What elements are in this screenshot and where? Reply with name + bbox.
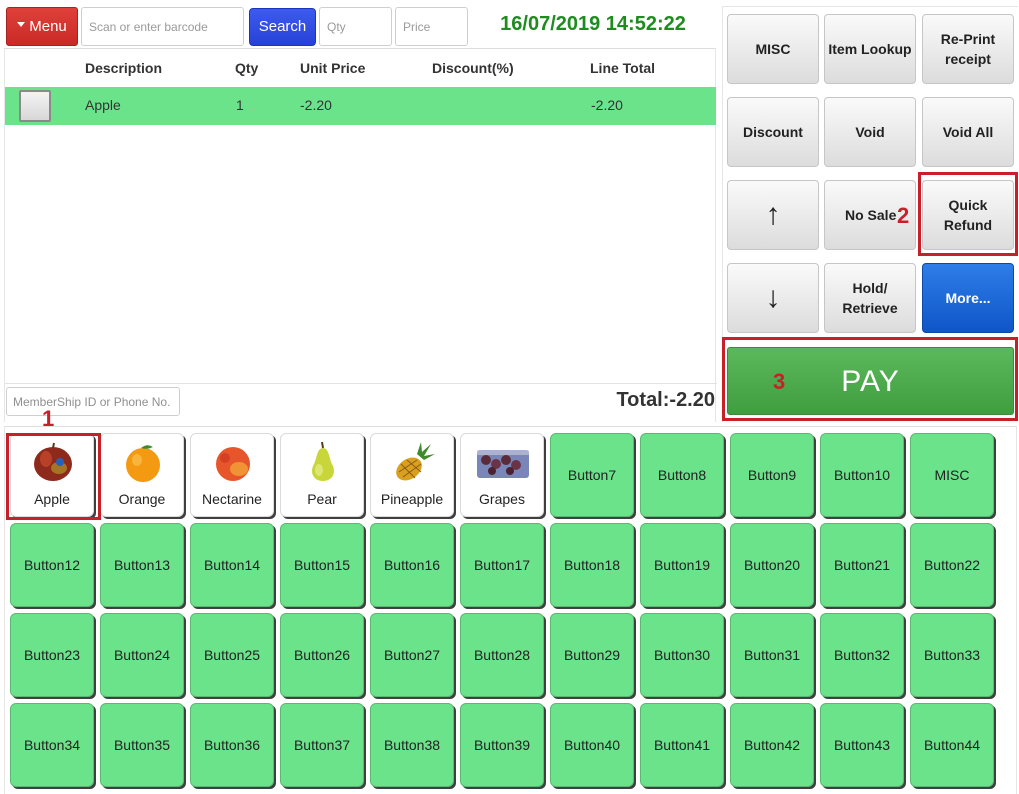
pineapple-icon	[396, 442, 435, 481]
menu-button[interactable]: Menu	[6, 7, 78, 46]
total-display: Total:-2.20	[616, 389, 715, 411]
grapes-icon	[477, 450, 529, 478]
grid-button[interactable]: Button28	[460, 613, 544, 697]
grid-button[interactable]: Button31	[730, 613, 814, 697]
grid-button[interactable]: Button38	[370, 703, 454, 787]
col-unit-price: Unit Price	[300, 60, 366, 76]
grid-button[interactable]: Button37	[280, 703, 364, 787]
up-arrow-icon: ↑	[765, 198, 781, 231]
annotation-box-apple	[6, 433, 101, 520]
row-checkbox[interactable]	[19, 90, 51, 122]
annotation-box-quick-refund	[918, 172, 1018, 256]
grid-button[interactable]: Button23	[10, 613, 94, 697]
caret-down-icon	[17, 22, 26, 27]
reprint-receipt-button[interactable]: Re-Print receipt	[922, 14, 1014, 84]
barcode-input[interactable]	[81, 7, 244, 46]
row-line-total: -2.20	[591, 97, 623, 113]
membership-input[interactable]	[6, 387, 180, 416]
misc-button[interactable]: MISC	[727, 14, 819, 84]
grid-button[interactable]: Button12	[10, 523, 94, 607]
annotation-number-1: 1	[42, 406, 55, 431]
top-bar: Menu Search 16/07/2019 14:52:22	[0, 0, 718, 48]
product-button-pear[interactable]: Pear	[280, 433, 364, 517]
row-description: Apple	[85, 97, 121, 113]
ticket-header: Description Qty Unit Price Discount(%) L…	[5, 49, 717, 87]
product-label: Nectarine	[202, 491, 262, 507]
product-button-grapes[interactable]: Grapes	[460, 433, 544, 517]
grid-button[interactable]: Button18	[550, 523, 634, 607]
orange-icon	[126, 445, 160, 482]
grid-button[interactable]: Button27	[370, 613, 454, 697]
grid-button[interactable]: Button44	[910, 703, 994, 787]
grid-button[interactable]: Button16	[370, 523, 454, 607]
qty-input[interactable]	[319, 7, 392, 46]
col-discount: Discount(%)	[432, 60, 514, 76]
row-unit-price: -2.20	[300, 97, 332, 113]
datetime-display: 16/07/2019 14:52:22	[500, 13, 686, 35]
void-all-button[interactable]: Void All	[922, 97, 1014, 167]
ticket-panel: Description Qty Unit Price Discount(%) L…	[4, 48, 717, 423]
grid-button[interactable]: Button32	[820, 613, 904, 697]
function-panel: MISC Item Lookup Re-Print receipt Discou…	[722, 6, 1018, 422]
product-label: Pear	[307, 491, 337, 507]
product-button-nectarine[interactable]: Nectarine	[190, 433, 274, 517]
price-input[interactable]	[395, 7, 468, 46]
grid-button[interactable]: Button36	[190, 703, 274, 787]
grid-button[interactable]: Button7	[550, 433, 634, 517]
down-arrow-icon: ↓	[765, 281, 781, 314]
grid-button[interactable]: Button34	[10, 703, 94, 787]
item-lookup-button[interactable]: Item Lookup	[824, 14, 916, 84]
annotation-box-pay	[722, 337, 1018, 421]
col-qty: Qty	[235, 60, 259, 76]
product-button-pineapple[interactable]: Pineapple	[370, 433, 454, 517]
up-arrow-button[interactable]: ↑	[727, 180, 819, 250]
grid-button[interactable]: Button14	[190, 523, 274, 607]
pos-screen: Menu Search 16/07/2019 14:52:22 Descript…	[0, 0, 1019, 794]
col-description: Description	[85, 60, 163, 76]
ticket-footer: Total:-2.20	[5, 383, 717, 423]
grid-button[interactable]: Button40	[550, 703, 634, 787]
grid-button[interactable]: Button42	[730, 703, 814, 787]
annotation-number-3: 3	[773, 369, 786, 394]
grid-button[interactable]: Button21	[820, 523, 904, 607]
nectarine-icon	[216, 447, 250, 481]
row-qty: 1	[236, 97, 244, 113]
grid-button[interactable]: Button29	[550, 613, 634, 697]
more-button[interactable]: More...	[922, 263, 1014, 333]
grid-button[interactable]: Button19	[640, 523, 724, 607]
product-label: Orange	[118, 491, 166, 507]
grid-button[interactable]: Button10	[820, 433, 904, 517]
grid-button[interactable]: Button30	[640, 613, 724, 697]
col-line-total: Line Total	[590, 60, 656, 76]
pear-icon	[312, 442, 334, 481]
hold-retrieve-button[interactable]: Hold/ Retrieve	[824, 263, 916, 333]
menu-label: Menu	[29, 18, 67, 35]
grid-button[interactable]: Button39	[460, 703, 544, 787]
grid-button[interactable]: Button33	[910, 613, 994, 697]
grid-button[interactable]: Button15	[280, 523, 364, 607]
grid-button[interactable]: Button20	[730, 523, 814, 607]
ticket-row[interactable]: Apple 1 -2.20 -2.20	[5, 87, 716, 125]
search-button[interactable]: Search	[249, 8, 316, 46]
grid-button[interactable]: MISC	[910, 433, 994, 517]
grid-button[interactable]: Button35	[100, 703, 184, 787]
product-label: Grapes	[479, 491, 525, 507]
product-grid: Apple Orange Nectarine Pear Pineapple Gr…	[4, 406, 1017, 794]
grid-button[interactable]: Button22	[910, 523, 994, 607]
annotation-number-2: 2	[897, 203, 910, 228]
down-arrow-button[interactable]: ↓	[727, 263, 819, 333]
grid-button[interactable]: Button13	[100, 523, 184, 607]
grid-button[interactable]: Button43	[820, 703, 904, 787]
void-button[interactable]: Void	[824, 97, 916, 167]
grid-button[interactable]: Button26	[280, 613, 364, 697]
grid-button[interactable]: Button9	[730, 433, 814, 517]
grid-button[interactable]: Button41	[640, 703, 724, 787]
grid-button[interactable]: Button25	[190, 613, 274, 697]
grid-button[interactable]: Button17	[460, 523, 544, 607]
grid-button[interactable]: Button8	[640, 433, 724, 517]
product-button-orange[interactable]: Orange	[100, 433, 184, 517]
grid-button[interactable]: Button24	[100, 613, 184, 697]
product-label: Pineapple	[380, 491, 444, 507]
discount-button[interactable]: Discount	[727, 97, 819, 167]
